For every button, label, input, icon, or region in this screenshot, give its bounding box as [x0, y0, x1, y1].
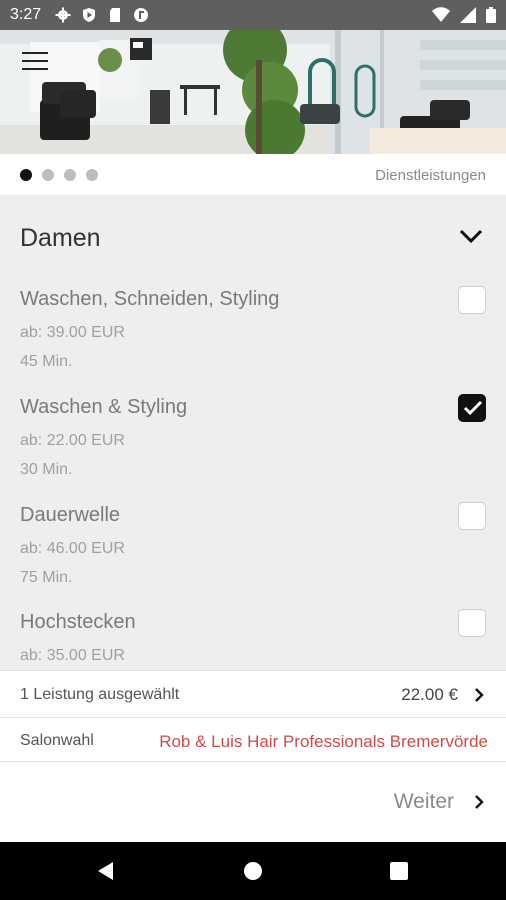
- system-nav-bar: [0, 842, 506, 900]
- gear-icon: [55, 7, 71, 23]
- selection-summary-row[interactable]: 1 Leistung ausgewählt 22.00 €: [0, 670, 506, 718]
- carousel-pager: Dienstleistungen: [0, 154, 506, 196]
- next-button[interactable]: Weiter: [394, 790, 486, 814]
- service-list[interactable]: Damen Waschen, Schneiden, Styling ab: 39…: [0, 196, 506, 670]
- service-checkbox[interactable]: [458, 286, 486, 314]
- pager-dots[interactable]: [20, 169, 98, 181]
- play-protect-icon: [83, 8, 96, 22]
- service-item[interactable]: Waschen, Schneiden, Styling ab: 39.00 EU…: [0, 286, 506, 388]
- service-item[interactable]: Waschen & Styling ab: 22.00 EUR 30 Min.: [0, 394, 506, 496]
- service-duration: 45 Min.: [20, 353, 73, 370]
- service-price: ab: 39.00 EUR: [20, 324, 125, 341]
- checkmark-icon: [463, 400, 483, 416]
- pager-dot[interactable]: [86, 169, 98, 181]
- hero-image[interactable]: [0, 30, 506, 154]
- chevron-right-icon: [475, 795, 484, 809]
- service-name: Dauerwelle: [20, 504, 121, 526]
- service-name: Waschen, Schneiden, Styling: [20, 288, 280, 310]
- selection-total: 22.00 €: [401, 685, 458, 704]
- recents-icon[interactable]: [388, 860, 410, 882]
- footer: Weiter: [0, 762, 506, 842]
- service-duration: 30 Min.: [20, 461, 73, 478]
- service-checkbox[interactable]: [458, 394, 486, 422]
- next-button-label: Weiter: [393, 790, 454, 813]
- hamburger-menu-icon[interactable]: [22, 52, 48, 72]
- selection-count-label: 1 Leistung ausgewählt: [20, 686, 180, 703]
- pager-dot[interactable]: [20, 169, 32, 181]
- salon-label: Salonwahl: [20, 732, 94, 749]
- service-checkbox[interactable]: [458, 609, 486, 637]
- chevron-down-icon[interactable]: [458, 226, 484, 246]
- salon-selection-row[interactable]: Salonwahl Rob & Luis Hair Professionals …: [0, 718, 506, 762]
- sd-card-icon: [110, 8, 121, 22]
- service-price: ab: 22.00 EUR: [20, 432, 125, 449]
- service-duration: 75 Min.: [20, 569, 73, 586]
- salon-value-link[interactable]: Rob & Luis Hair Professionals Bremervörd…: [159, 732, 488, 752]
- signal-icon: [460, 7, 476, 23]
- service-checkbox[interactable]: [458, 502, 486, 530]
- service-price: ab: 35.00 EUR: [20, 647, 125, 664]
- back-icon[interactable]: [95, 860, 117, 882]
- section-label: Dienstleistungen: [375, 167, 486, 184]
- salon-interior-photo: [0, 30, 506, 154]
- service-price: ab: 46.00 EUR: [20, 540, 125, 557]
- service-name: Hochstecken: [20, 611, 136, 633]
- app-notification-icon: [134, 8, 149, 22]
- service-item[interactable]: Dauerwelle ab: 46.00 EUR 75 Min.: [0, 502, 506, 604]
- chevron-right-icon[interactable]: [472, 687, 486, 703]
- home-icon[interactable]: [242, 860, 264, 882]
- pager-dot[interactable]: [42, 169, 54, 181]
- service-item[interactable]: Hochstecken ab: 35.00 EUR: [0, 609, 506, 670]
- service-name: Waschen & Styling: [20, 396, 188, 418]
- wifi-icon: [432, 7, 450, 22]
- category-header-damen[interactable]: Damen: [0, 196, 506, 276]
- pager-dot[interactable]: [64, 169, 76, 181]
- status-bar: 3:27: [0, 0, 506, 30]
- status-time: 3:27: [10, 6, 42, 23]
- category-title: Damen: [20, 224, 101, 252]
- battery-icon: [486, 7, 496, 23]
